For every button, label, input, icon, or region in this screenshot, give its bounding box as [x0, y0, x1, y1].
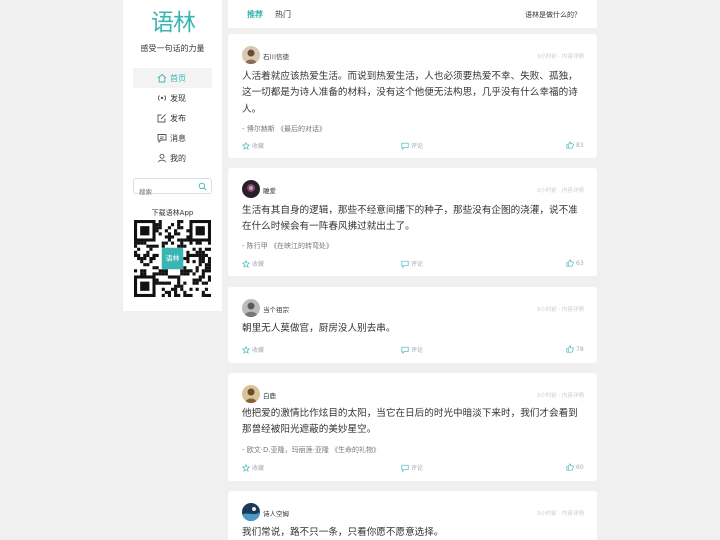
- avatar[interactable]: [242, 46, 260, 64]
- comment-button[interactable]: 评论: [401, 259, 423, 268]
- tab-recommended[interactable]: 推荐: [247, 9, 263, 20]
- post-content[interactable]: 他把爱的激情比作炫目的太阳，当它在日后的时光中暗淡下来时，我们才会看到那曾经被阳…: [242, 406, 587, 439]
- post-card: 当个祖宗 3小时前 · 内容详情 朝里无人莫做官，厨房没人别去串。 收藏 评论 …: [228, 287, 597, 363]
- download-app-label: 下载语林App: [151, 209, 194, 217]
- post-content[interactable]: 生活有其自身的逻辑，那些不经意间播下的种子，那些没有企图的浇灌，说不准在什么时候…: [242, 203, 587, 236]
- post-content[interactable]: 朝里无人莫做官，厨房没人别去串。: [242, 321, 587, 337]
- post-card: 诗人空姆 3小时前 · 内容详情 我们常说，路不只一条，只看你愿不愿意选择。: [228, 491, 597, 540]
- search-icon[interactable]: [198, 182, 207, 191]
- like-button[interactable]: 60: [566, 463, 584, 471]
- user-icon: [158, 153, 166, 163]
- thumbs-up-icon: [566, 141, 574, 149]
- search-box: [133, 178, 212, 199]
- comment-button[interactable]: 评论: [401, 141, 423, 150]
- post-content[interactable]: 我们常说，路不只一条，只看你愿不愿意选择。: [242, 525, 587, 540]
- collect-label: 收藏: [252, 143, 265, 150]
- comment-icon: [401, 346, 409, 354]
- like-count: 63: [576, 259, 584, 267]
- sidebar-item-label: 发布: [170, 113, 186, 123]
- sidebar-item-label: 首页: [170, 73, 186, 83]
- post-actions: 收藏 评论 78: [242, 345, 584, 355]
- comment-icon: [401, 260, 409, 268]
- avatar[interactable]: [242, 299, 260, 317]
- top-bar: 推荐 热门 语林是做什么的？: [228, 0, 597, 28]
- star-icon: [242, 141, 250, 150]
- author-name[interactable]: 当个祖宗: [263, 304, 289, 314]
- post-actions: 收藏 评论 60: [242, 463, 584, 473]
- comment-button[interactable]: 评论: [401, 345, 423, 354]
- sidebar-item-label: 消息: [170, 133, 186, 143]
- comment-icon: [401, 142, 409, 150]
- author-name[interactable]: 白鹿: [263, 390, 276, 400]
- collect-label: 收藏: [252, 465, 265, 472]
- post-card: 石川信徳 3小时前 · 内容详情 人活着就应该热爱生活。而说到热爱生活，人也必须…: [228, 34, 597, 158]
- star-icon: [242, 345, 250, 354]
- qr-code: 语林: [134, 220, 211, 297]
- edit-icon: [157, 114, 166, 123]
- thumbs-up-icon: [566, 463, 574, 471]
- collect-label: 收藏: [252, 261, 265, 268]
- avatar[interactable]: [242, 385, 260, 403]
- author-name[interactable]: 雕爱: [263, 185, 276, 195]
- post-meta[interactable]: 3小时前 · 内容详情: [537, 509, 584, 517]
- thumbs-up-icon: [566, 259, 574, 267]
- like-button[interactable]: 78: [566, 345, 584, 353]
- like-count: 83: [576, 141, 584, 149]
- message-icon: [157, 134, 167, 143]
- broadcast-icon: [158, 95, 166, 101]
- comment-label: 评论: [411, 261, 424, 268]
- home-icon: [157, 73, 167, 83]
- post-meta[interactable]: 3小时前 · 内容详情: [537, 186, 584, 194]
- comment-label: 评论: [411, 465, 424, 472]
- post-meta[interactable]: 3小时前 · 内容详情: [537, 305, 584, 313]
- like-count: 78: [576, 345, 584, 353]
- thumbs-up-icon: [566, 345, 574, 353]
- star-icon: [242, 259, 250, 268]
- like-button[interactable]: 83: [566, 141, 584, 149]
- sidebar-item-label: 我的: [170, 153, 186, 163]
- like-count: 60: [576, 463, 584, 471]
- collect-button[interactable]: 收藏: [242, 141, 264, 150]
- logo[interactable]: 语林: [148, 10, 198, 36]
- post-source: - 陈行甲 《在峡江的转弯处》: [242, 242, 333, 250]
- like-button[interactable]: 63: [566, 259, 584, 267]
- post-card: 雕爱 3小时前 · 内容详情 生活有其自身的逻辑，那些不经意间播下的种子，那些没…: [228, 168, 597, 276]
- author-name[interactable]: 石川信徳: [263, 51, 289, 61]
- collect-button[interactable]: 收藏: [242, 345, 264, 354]
- comment-label: 评论: [411, 347, 424, 354]
- tab-hot[interactable]: 热门: [275, 9, 291, 20]
- collect-button[interactable]: 收藏: [242, 259, 264, 268]
- search-input[interactable]: [134, 185, 194, 199]
- sidebar-item-label: 发现: [170, 93, 186, 103]
- post-actions: 收藏 评论 63: [242, 259, 584, 269]
- post-meta[interactable]: 3小时前 · 内容详情: [537, 391, 584, 399]
- post-actions: 收藏 评论 83: [242, 141, 584, 151]
- sidebar-item-messages[interactable]: 消息: [133, 128, 212, 148]
- star-icon: [242, 463, 250, 472]
- post-source: - 欧文·D.亚隆，玛丽莲·亚隆 《生命的礼物》: [242, 446, 381, 454]
- avatar[interactable]: [242, 180, 260, 198]
- post-card: 白鹿 3小时前 · 内容详情 他把爱的激情比作炫目的太阳，当它在日后的时光中暗淡…: [228, 373, 597, 481]
- sidebar-item-me[interactable]: 我的: [133, 148, 212, 168]
- collect-button[interactable]: 收藏: [242, 463, 264, 472]
- about-link[interactable]: 语林是做什么的？: [525, 10, 581, 20]
- qr-logo-text: 语林: [166, 254, 180, 263]
- sidebar-item-home[interactable]: 首页: [133, 68, 212, 88]
- post-meta[interactable]: 3小时前 · 内容详情: [537, 52, 584, 60]
- post-source: - 博尔赫斯 《最后的对话》: [242, 125, 326, 133]
- avatar[interactable]: [242, 503, 260, 521]
- slogan: 感受一句话的力量: [140, 44, 205, 53]
- nav-menu: 首页 发现 发布 消息 我的: [133, 68, 212, 168]
- comment-button[interactable]: 评论: [401, 463, 423, 472]
- sidebar-item-publish[interactable]: 发布: [133, 108, 212, 128]
- comment-label: 评论: [411, 143, 424, 150]
- post-content[interactable]: 人活着就应该热爱生活。而说到热爱生活，人也必须要热爱不幸、失败、孤独，这一切都是…: [242, 69, 587, 118]
- collect-label: 收藏: [252, 347, 265, 354]
- sidebar-item-discover[interactable]: 发现: [133, 88, 212, 108]
- author-name[interactable]: 诗人空姆: [263, 508, 289, 518]
- sidebar: 语林 感受一句话的力量 首页 发现 发布 消息 我的 下载语林App 语林: [123, 0, 222, 311]
- comment-icon: [401, 464, 409, 472]
